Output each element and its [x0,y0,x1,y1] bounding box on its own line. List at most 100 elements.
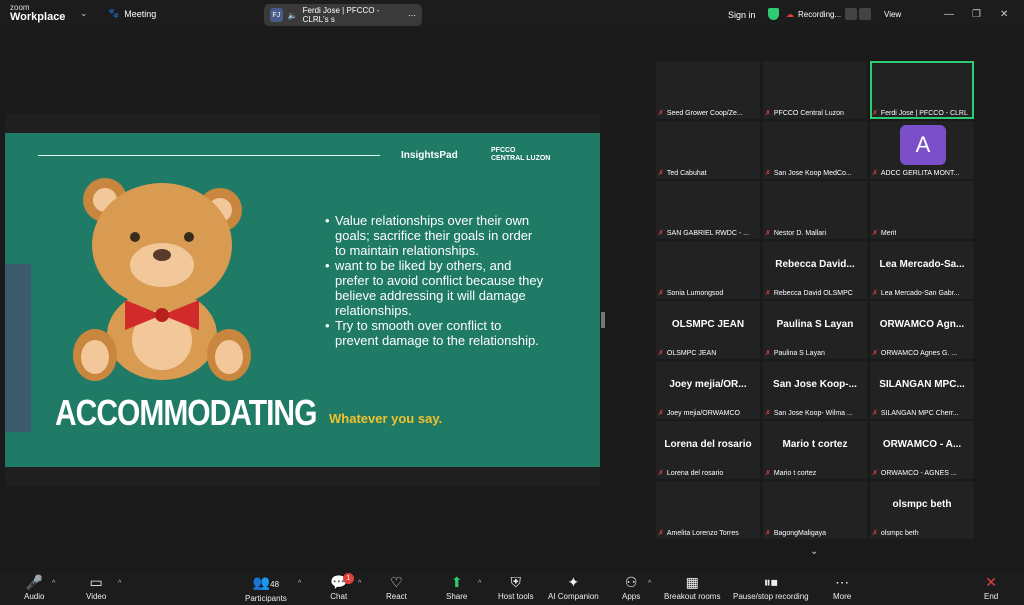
participant-tile[interactable]: ORWAMCO Agn... ✗ ORWAMCO Agnes G. ... [870,301,974,359]
participant-tile[interactable]: ✗ Merit [870,181,974,239]
participant-tile[interactable]: SILANGAN MPC... ✗ SILANGAN MPC Cherr... [870,361,974,419]
participant-name-label: PFCCO Central Luzon [773,109,844,117]
cloud-icon: ☁ [786,10,794,19]
people-icon: 👥48 [252,574,280,590]
participant-name-label: OLSMPC JEAN [666,349,717,357]
participant-name-label: SILANGAN MPC Cherr... [880,409,959,417]
participant-display-name: Paulina S Layan [776,319,854,330]
presentation-slide: InsightsPad PFCCO CENTRAL LUZON ACCOMMOD… [5,133,600,467]
end-button[interactable]: ✕ End [984,575,998,602]
pfcco-logo: PFCCO CENTRAL LUZON [491,147,550,162]
participant-tile[interactable]: ORWAMCO - A... ✗ ORWAMCO - AGNES ... [870,421,974,479]
participant-name: ✗ ADCC GERLITA MONT... [872,169,959,178]
participant-tile[interactable]: Paulina S Layan ✗ Paulina S Layan [763,301,867,359]
view-menu[interactable]: View [884,10,901,19]
heart-icon: ♡ [390,574,403,590]
participant-tile[interactable]: olsmpc beth ✗ olsmpc beth [870,481,974,539]
slide-title: ACCOMMODATING [55,393,317,434]
more-button[interactable]: ⋯ More [833,575,852,602]
pause-recording-button[interactable]: ⏸⏹ Pause/stop recording [733,575,809,602]
video-label: Video [86,592,107,601]
participant-tile[interactable]: OLSMPC JEAN ✗ OLSMPC JEAN [656,301,760,359]
meeting-label: Meeting [124,8,157,19]
chevron-up-icon[interactable]: ^ [52,580,55,587]
speaker-icon: 🔈 [287,10,298,20]
more-label: More [833,592,852,601]
participant-tile[interactable]: San Jose Koop-... ✗ San Jose Koop- Wilma .… [763,361,867,419]
close-icon[interactable]: ✕ [1000,9,1008,20]
participant-tile[interactable]: ✗ PFCCO Central Luzon [763,61,867,119]
mic-muted-icon: ✗ [765,290,771,297]
insightspad-logo: InsightsPad [401,150,458,161]
participant-display-name: SILANGAN MPC... [879,379,965,390]
participant-name-label: olsmpc beth [880,529,919,537]
mic-muted-icon: ✗ [872,410,878,417]
meeting-menu[interactable]: 🐾 Meeting [108,8,156,19]
speaker-name: Ferdi Jose | PFCCO - CLRL's s [302,6,380,24]
ai-companion-button[interactable]: ✦ AI Companion [548,575,599,602]
mic-muted-icon: ✗ [872,470,878,477]
audio-button[interactable]: 🎤 Audio [24,575,44,602]
chevron-up-icon[interactable]: ^ [648,580,651,587]
video-button[interactable]: ▭ Video [86,575,107,602]
share-button[interactable]: ⬆ Share [446,575,467,602]
mic-muted-icon: ✗ [765,530,771,537]
mic-muted-icon: ✗ [872,170,878,177]
active-speaker-pill[interactable]: FJ 🔈 Ferdi Jose | PFCCO - CLRL's s ⋯ [264,4,422,26]
pause-recording-icon[interactable] [845,8,857,20]
zoom-logo: zoom Workplace [10,4,65,23]
stop-recording-icon[interactable] [859,8,871,20]
chevron-up-icon[interactable]: ^ [298,580,301,587]
participant-tile[interactable]: Mario t cortez ✗ Mario t cortez [763,421,867,479]
participant-tile[interactable]: ✗ San Jose Koop MedCo... [763,121,867,179]
participant-name-label: Nestor D. Mallari [773,229,826,237]
participant-tile[interactable]: ✗ Seed Grower Coop/Ze... [656,61,760,119]
shield-icon[interactable] [768,8,779,20]
pause-rec-label: Pause/stop recording [733,592,809,601]
chevron-up-icon[interactable]: ^ [358,580,361,587]
participant-tile[interactable]: ✗ SAN GABRIEL RWDC - ... [656,181,760,239]
mic-muted-icon: ✗ [658,410,664,417]
host-tools-button[interactable]: ⛨ Host tools [498,575,534,602]
chevron-up-icon[interactable]: ^ [478,580,481,587]
participants-button[interactable]: 👥48 Participants [245,574,287,604]
participant-name: ✗ Nestor D. Mallari [765,229,826,238]
chevron-down-icon[interactable]: ⌄ [80,8,88,19]
resize-handle[interactable] [601,312,605,328]
participant-tile[interactable]: Lorena del rosario ✗ Lorena del rosario [656,421,760,479]
participant-tile[interactable]: ✗ Ted Cabuhat [656,121,760,179]
participant-name: ✗ Amelita Lorenzo Torres [658,529,739,538]
minimize-icon[interactable]: — [944,9,954,20]
mic-muted-icon: ✗ [765,110,771,117]
bullet-item: Try to smooth over conflict to prevent d… [325,318,545,348]
participant-display-name: ORWAMCO - A... [882,439,962,450]
participant-tile[interactable]: ✗ Nestor D. Mallari [763,181,867,239]
participant-name-label: San Jose Koop MedCo... [773,169,852,177]
participant-name: ✗ Mario t cortez [765,469,816,478]
react-button[interactable]: ♡ React [386,574,407,602]
sign-in-link[interactable]: Sign in [728,10,756,20]
more-icon[interactable]: ⋯ [408,11,416,20]
restore-icon[interactable]: ❐ [972,9,981,20]
speaker-avatar: FJ [270,8,283,22]
participant-tile[interactable]: ✗ Sonia Lumongsod [656,241,760,299]
mic-muted-icon: ✗ [765,230,771,237]
participant-name: ✗ Paulina S Layan [765,349,825,358]
participant-name: ✗ Lea Mercado-San Gabr... [872,289,959,298]
participant-tile[interactable]: Rebecca David... ✗ Rebecca David OLSMPC [763,241,867,299]
participant-tile[interactable]: A ✗ ADCC GERLITA MONT... [870,121,974,179]
participant-tile[interactable]: Lea Mercado-Sa... ✗ Lea Mercado-San Gabr..… [870,241,974,299]
participant-name: ✗ San Jose Koop- Wilma ... [765,409,853,418]
participant-tile[interactable]: ✗ Amelita Lorenzo Torres [656,481,760,539]
sidebar-strip [5,264,31,432]
participant-tile[interactable]: ✗ BagongMaligaya [763,481,867,539]
participant-tile[interactable]: ✗ Ferdi Jose | PFCCO - CLRL [870,61,974,119]
participant-tile[interactable]: Joey mejia/OR... ✗ Joey mejia/ORWAMCO [656,361,760,419]
chevron-down-icon[interactable]: ⌄ [810,546,818,557]
chevron-up-icon[interactable]: ^ [118,580,121,587]
breakout-rooms-button[interactable]: ▦ Breakout rooms [664,575,720,602]
apps-button[interactable]: ⚇ Apps [622,575,640,602]
participant-name-label: San Jose Koop- Wilma ... [773,409,853,417]
participant-name-label: Paulina S Layan [773,349,825,357]
pfcco-logo-top: PFCCO [491,147,516,154]
